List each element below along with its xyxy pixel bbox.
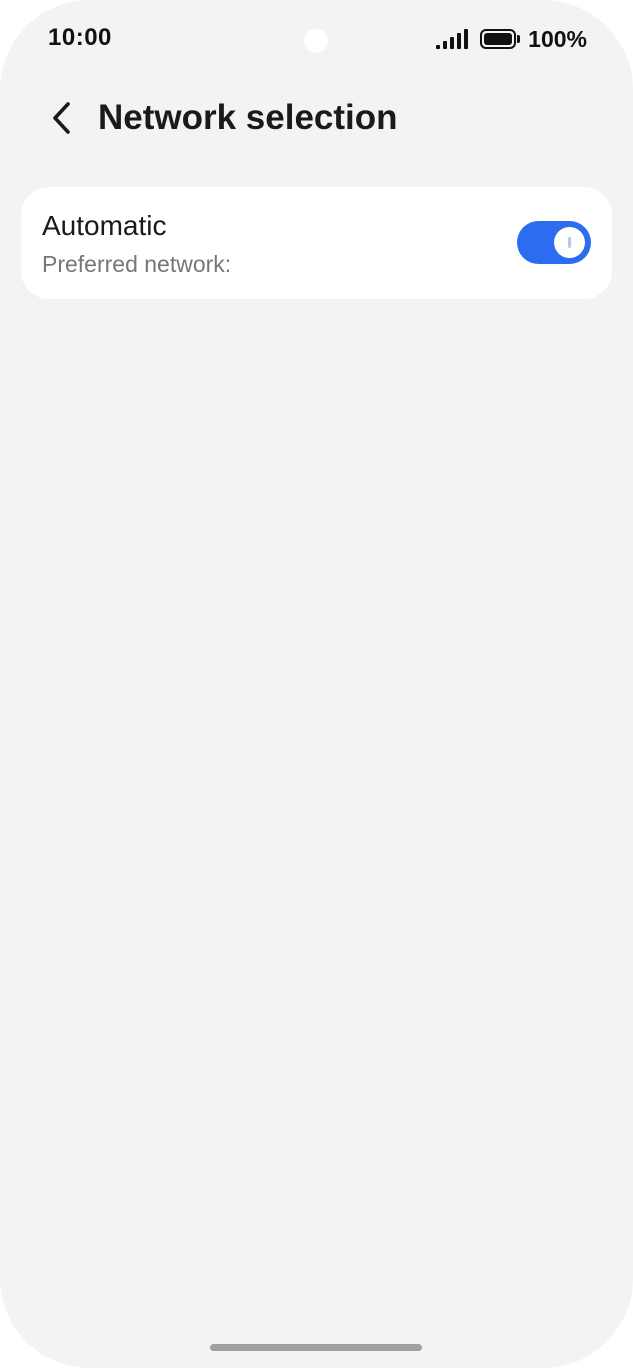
automatic-setting-title: Automatic [42,210,167,241]
home-indicator[interactable] [210,1344,422,1351]
page-title: Network selection [98,98,398,137]
status-icons: 100% [436,24,587,54]
automatic-toggle[interactable] [517,221,591,264]
status-bar: 10:00 100% [0,0,633,80]
battery-percentage: 100% [528,25,587,52]
signal-bars-icon [436,29,469,49]
toggle-knob [554,227,585,258]
chevron-left-icon [53,102,70,134]
status-time: 10:00 [48,24,112,51]
automatic-setting-card[interactable]: Automatic Preferred network: [21,187,612,299]
toggle-knob-mark [568,237,571,248]
back-button[interactable] [40,96,84,140]
header: Network selection [0,88,633,148]
preferred-network-label: Preferred network: [42,251,232,277]
battery-full-icon [480,29,517,49]
battery-cap [517,35,521,43]
phone-screen: 10:00 100% Network selection Automatic P… [0,0,633,1368]
camera-cutout [304,29,328,53]
